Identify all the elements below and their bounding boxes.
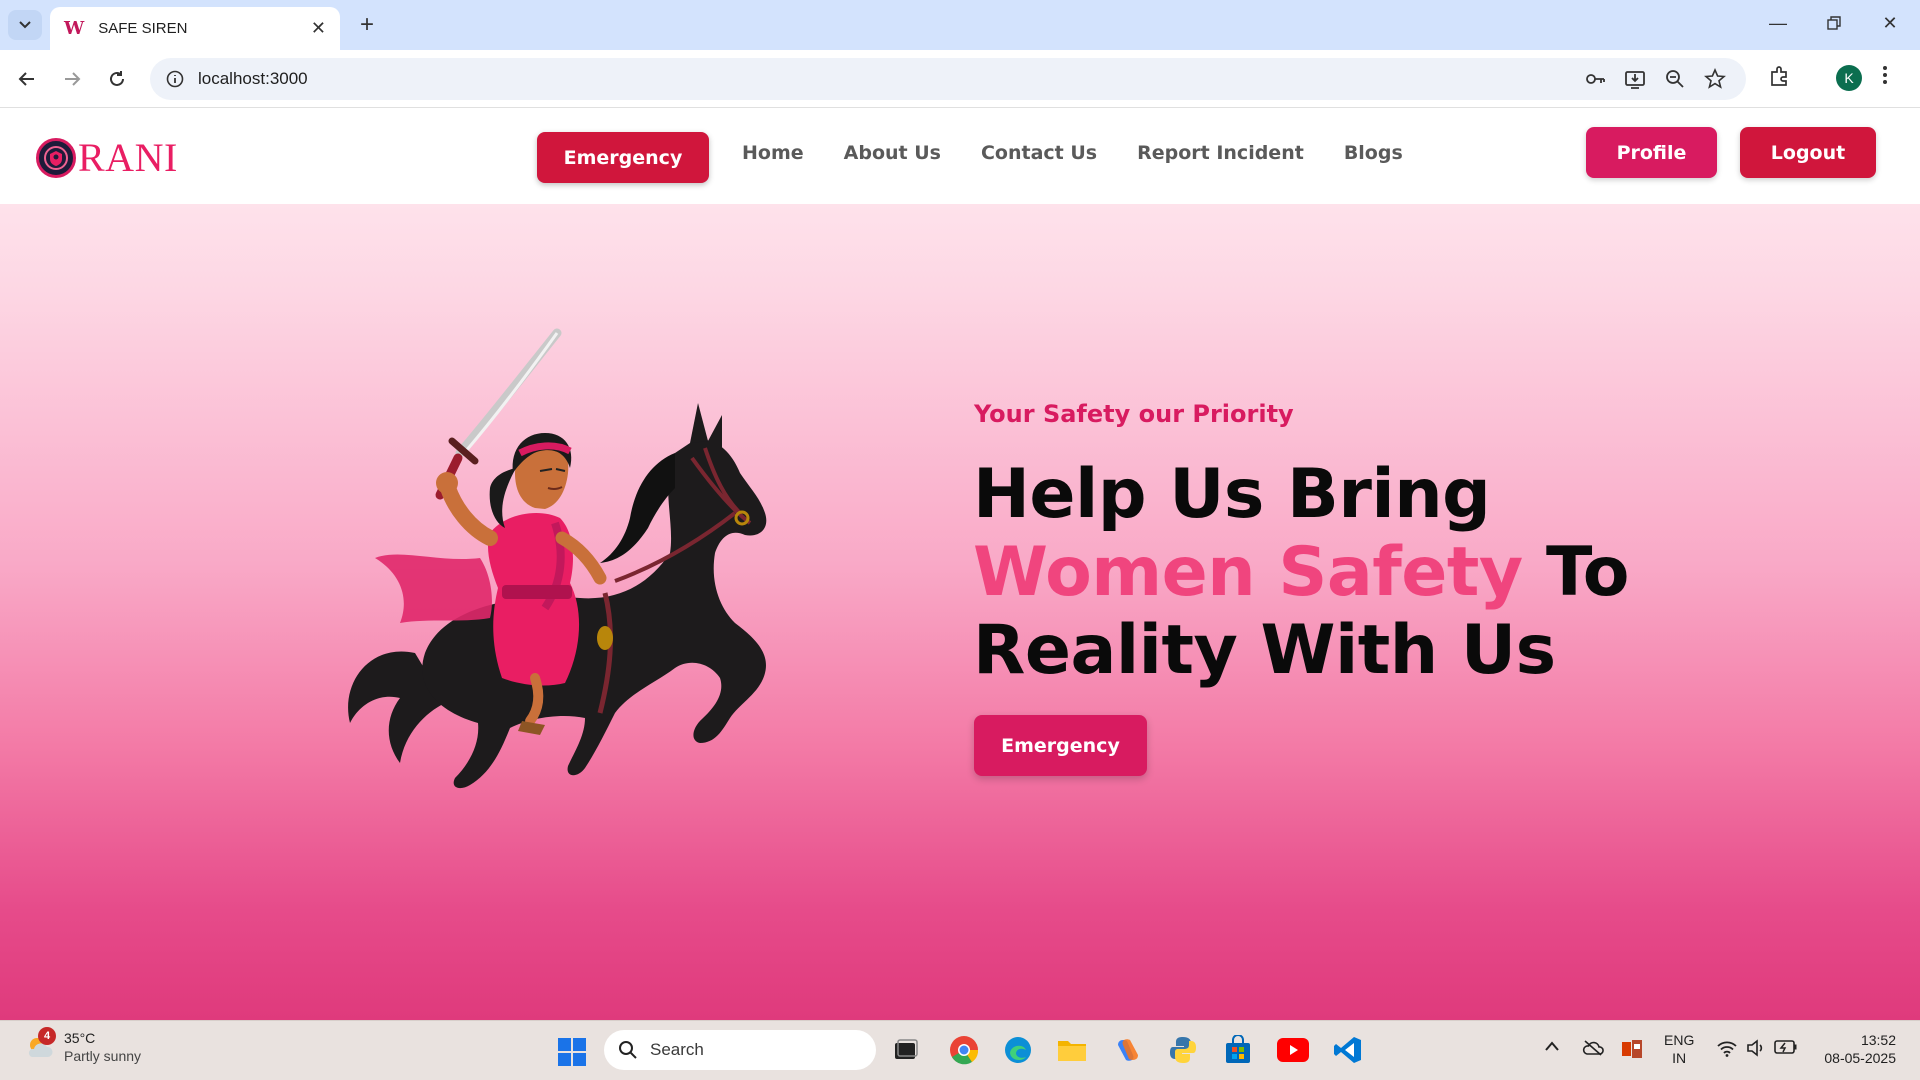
restore-icon bbox=[1827, 16, 1841, 30]
show-hidden-icons-chevron-icon[interactable] bbox=[1544, 1039, 1560, 1058]
taskbar-search[interactable]: Search bbox=[604, 1030, 876, 1070]
weather-description: Partly sunny bbox=[64, 1048, 142, 1064]
browser-toolbar: localhost:3000 bbox=[0, 50, 1920, 108]
arrow-right-icon bbox=[65, 72, 81, 86]
logout-button[interactable]: Logout bbox=[1740, 127, 1876, 178]
restore-button[interactable] bbox=[1814, 8, 1854, 38]
headline-line-1: Help Us Bring bbox=[973, 455, 1491, 534]
minimize-button[interactable]: — bbox=[1758, 8, 1798, 38]
address-bar[interactable]: localhost:3000 bbox=[150, 58, 1746, 100]
python-icon[interactable] bbox=[1165, 1032, 1201, 1068]
language-region: IN bbox=[1672, 1050, 1687, 1066]
onedrive-icon[interactable] bbox=[1582, 1039, 1604, 1062]
weather-notification-badge: 4 bbox=[38, 1027, 56, 1045]
tab-search-button[interactable] bbox=[8, 10, 42, 40]
clock-time: 13:52 bbox=[1860, 1032, 1896, 1048]
chevron-down-icon bbox=[19, 21, 31, 29]
hero-headline: Help Us Bring Women Safety To Reality Wi… bbox=[973, 455, 1630, 690]
nav-link-report-incident[interactable]: Report Incident bbox=[1137, 142, 1304, 164]
microsoft-store-icon[interactable] bbox=[1220, 1032, 1256, 1068]
volume-icon[interactable] bbox=[1746, 1039, 1766, 1062]
vscode-icon[interactable] bbox=[1330, 1032, 1366, 1068]
new-tab-button[interactable]: + bbox=[352, 10, 382, 40]
url-text: localhost:3000 bbox=[198, 69, 308, 88]
nav-link-contact-us[interactable]: Contact Us bbox=[981, 142, 1097, 164]
nav-link-home[interactable]: Home bbox=[742, 142, 804, 164]
partly-sunny-icon: 4 bbox=[24, 1027, 56, 1063]
tab-title: SAFE SIREN bbox=[98, 20, 188, 37]
edge-taskbar-icon[interactable] bbox=[1000, 1032, 1036, 1068]
web-page: RANI Emergency Home About Us Contact Us … bbox=[0, 108, 1920, 1020]
youtube-icon[interactable] bbox=[1275, 1032, 1311, 1068]
back-button[interactable] bbox=[12, 64, 42, 94]
headline-line-3: Reality With Us bbox=[973, 611, 1556, 690]
hero-emergency-button[interactable]: Emergency bbox=[974, 715, 1147, 776]
forward-button[interactable] bbox=[57, 64, 87, 94]
browser-tab-active[interactable]: W SAFE SIREN ✕ bbox=[50, 7, 340, 50]
profile-button[interactable]: Profile bbox=[1586, 127, 1717, 178]
nav-link-blogs[interactable]: Blogs bbox=[1344, 142, 1403, 164]
zoom-icon[interactable] bbox=[1664, 68, 1686, 90]
system-clock[interactable]: 13:52 08-05-2025 bbox=[1816, 1031, 1896, 1067]
emergency-nav-button[interactable]: Emergency bbox=[537, 132, 709, 183]
logo-text: RANI bbox=[78, 135, 178, 180]
windows-logo-icon bbox=[558, 1038, 586, 1066]
password-key-icon[interactable] bbox=[1584, 68, 1606, 90]
main-nav: Home About Us Contact Us Report Incident… bbox=[742, 142, 1403, 164]
start-button[interactable] bbox=[557, 1037, 587, 1072]
extensions-button[interactable] bbox=[1768, 64, 1792, 93]
close-window-button[interactable]: ✕ bbox=[1870, 8, 1910, 38]
headline-highlight: Women Safety bbox=[973, 533, 1523, 612]
bookmark-star-icon[interactable] bbox=[1704, 68, 1726, 90]
tab-close-icon[interactable]: ✕ bbox=[311, 18, 326, 39]
hero-tagline: Your Safety our Priority bbox=[974, 400, 1294, 428]
hero-warrior-illustration bbox=[348, 328, 767, 789]
site-logo[interactable]: RANI bbox=[36, 134, 178, 181]
copilot-icon[interactable] bbox=[1110, 1032, 1146, 1068]
task-view-icon[interactable] bbox=[888, 1032, 924, 1068]
input-language-indicator[interactable]: ENG IN bbox=[1664, 1031, 1694, 1067]
nav-link-about-us[interactable]: About Us bbox=[844, 142, 941, 164]
reload-icon bbox=[110, 71, 124, 86]
language-code: ENG bbox=[1664, 1032, 1695, 1048]
profile-avatar[interactable]: K bbox=[1836, 65, 1862, 91]
browser-menu-button[interactable] bbox=[1882, 64, 1888, 91]
site-favicon-icon: W bbox=[64, 18, 85, 39]
puzzle-icon bbox=[1771, 66, 1787, 86]
more-vertical-icon bbox=[1883, 66, 1887, 84]
windows-taskbar: 4 35°C Partly sunny Search ENG IN 13:52 … bbox=[0, 1020, 1920, 1080]
chrome-taskbar-icon[interactable] bbox=[946, 1032, 982, 1068]
reload-button[interactable] bbox=[102, 64, 132, 94]
site-header: RANI Emergency Home About Us Contact Us … bbox=[0, 108, 1920, 204]
file-explorer-icon[interactable] bbox=[1054, 1032, 1090, 1068]
weather-temperature: 35°C bbox=[64, 1030, 96, 1046]
taskbar-search-placeholder: Search bbox=[650, 1040, 704, 1059]
browser-tabstrip: W SAFE SIREN ✕ + — ✕ bbox=[0, 0, 1920, 50]
arrow-left-icon bbox=[18, 72, 34, 86]
install-app-icon[interactable] bbox=[1624, 68, 1646, 90]
office-tray-icon[interactable] bbox=[1621, 1039, 1643, 1064]
weather-widget[interactable]: 4 35°C Partly sunny bbox=[24, 1027, 142, 1065]
site-info-icon[interactable] bbox=[166, 70, 184, 88]
headline-after-highlight: To bbox=[1545, 533, 1630, 612]
logo-emblem-icon bbox=[36, 137, 76, 178]
battery-charging-icon[interactable] bbox=[1774, 1039, 1798, 1060]
wifi-icon[interactable] bbox=[1716, 1039, 1738, 1062]
clock-date: 08-05-2025 bbox=[1824, 1050, 1896, 1066]
search-icon bbox=[619, 1041, 637, 1059]
